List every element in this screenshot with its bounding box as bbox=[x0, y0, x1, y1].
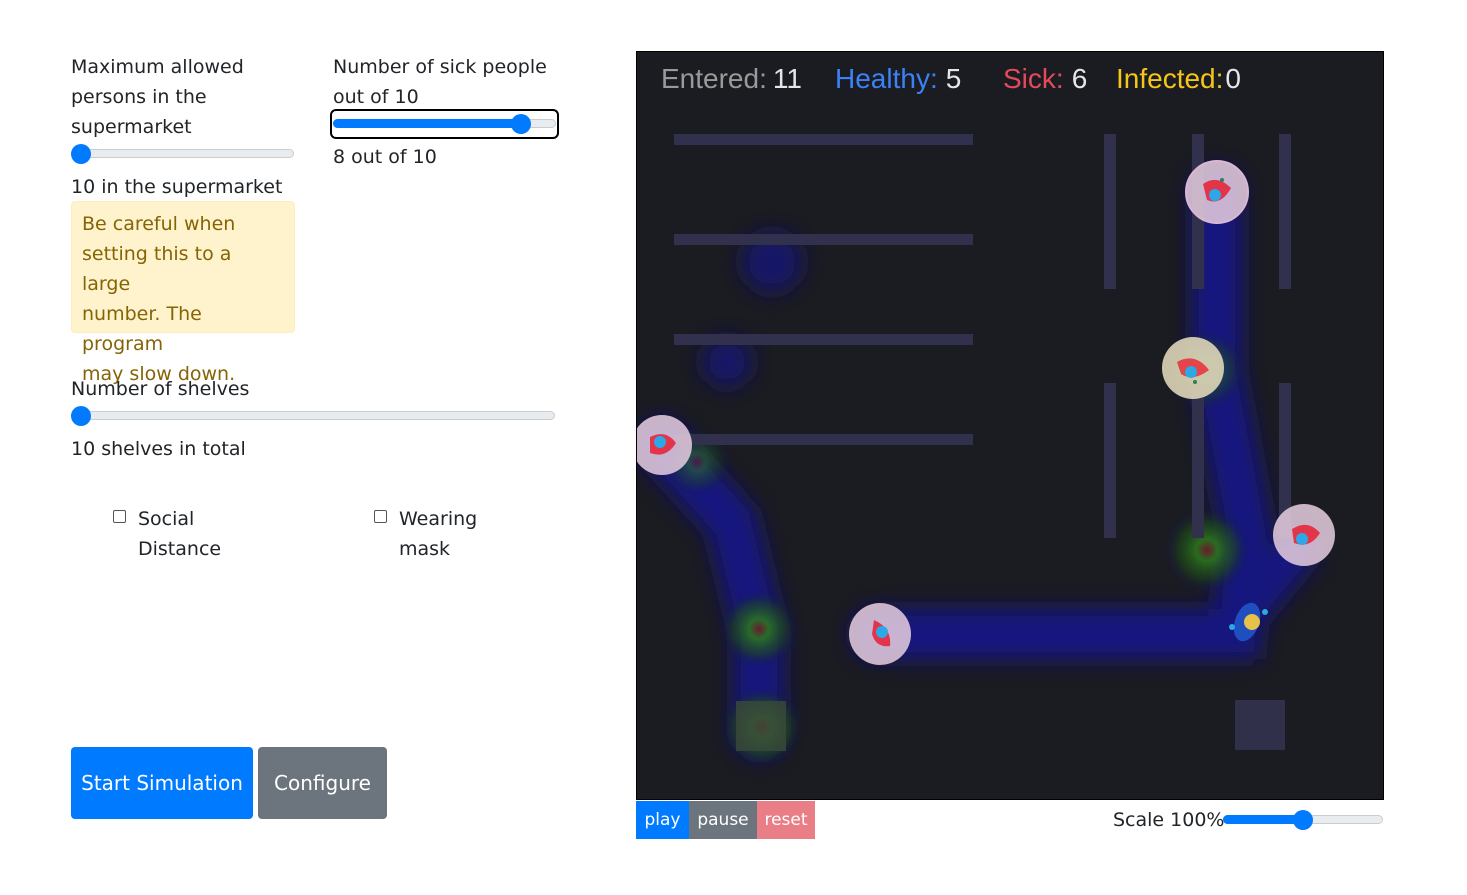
sick-person bbox=[1162, 337, 1224, 399]
stat-healthy: Healthy: 5 bbox=[835, 62, 961, 96]
scale-slider[interactable] bbox=[1223, 808, 1383, 832]
shelf bbox=[1279, 134, 1291, 289]
max-persons-value: 10 in the supermarket bbox=[71, 176, 283, 198]
entered-value: 11 bbox=[772, 63, 802, 94]
sick-people-value: 8 out of 10 bbox=[333, 146, 437, 168]
sick-people-slider[interactable] bbox=[330, 109, 559, 139]
shelf bbox=[1192, 383, 1204, 538]
slider-thumb[interactable] bbox=[71, 144, 91, 164]
slider-thumb[interactable] bbox=[511, 114, 531, 134]
shelf bbox=[1104, 383, 1116, 538]
shelf bbox=[674, 434, 973, 445]
healthy-value: 5 bbox=[945, 63, 962, 94]
checkout-box bbox=[736, 701, 786, 751]
healthy-label: Healthy: bbox=[835, 63, 938, 94]
shelves-label: Number of shelves bbox=[71, 378, 250, 400]
entered-label: Entered: bbox=[661, 63, 767, 94]
shelves-slider[interactable] bbox=[71, 404, 555, 428]
shelf bbox=[674, 134, 973, 145]
sick-value: 6 bbox=[1071, 63, 1088, 94]
shelves-value: 10 shelves in total bbox=[71, 438, 246, 460]
shelf bbox=[674, 234, 973, 245]
slider-thumb[interactable] bbox=[1293, 810, 1313, 830]
reset-button[interactable]: reset bbox=[757, 801, 815, 839]
infected-label: Infected: bbox=[1116, 63, 1224, 94]
stat-infected: Infected:0 bbox=[1116, 62, 1241, 96]
stat-sick: Sick: 6 bbox=[1003, 62, 1087, 96]
shelf bbox=[674, 334, 973, 345]
wearing-mask-label: Wearing mask bbox=[399, 508, 478, 560]
scale-label: Scale 100% bbox=[1113, 809, 1225, 831]
max-persons-slider[interactable] bbox=[71, 142, 294, 166]
play-button[interactable]: play bbox=[636, 801, 689, 839]
start-simulation-button[interactable]: Start Simulation bbox=[71, 747, 253, 819]
configure-button[interactable]: Configure bbox=[258, 747, 387, 819]
sick-person bbox=[849, 603, 911, 665]
sick-label: Sick: bbox=[1003, 63, 1064, 94]
shelf bbox=[1104, 134, 1116, 289]
simulation-canvas[interactable] bbox=[636, 51, 1384, 800]
max-persons-label: Maximum allowed persons in the supermark… bbox=[71, 56, 244, 138]
social-distance-checkbox[interactable] bbox=[113, 510, 126, 523]
infected-value: 0 bbox=[1225, 63, 1241, 94]
wearing-mask-checkbox[interactable] bbox=[374, 510, 387, 523]
sick-person bbox=[1185, 160, 1249, 224]
store-map bbox=[637, 134, 1335, 769]
social-distance-label: Social Distance bbox=[138, 508, 222, 560]
performance-warning: Be careful when setting this to a large … bbox=[71, 201, 295, 385]
sick-people-label: Number of sick people out of 10 bbox=[333, 56, 547, 108]
slider-thumb[interactable] bbox=[71, 406, 91, 426]
exit-box bbox=[1235, 700, 1285, 750]
stat-entered: Entered: 11 bbox=[661, 62, 802, 96]
sick-person bbox=[1273, 504, 1335, 566]
pause-button[interactable]: pause bbox=[689, 801, 757, 839]
